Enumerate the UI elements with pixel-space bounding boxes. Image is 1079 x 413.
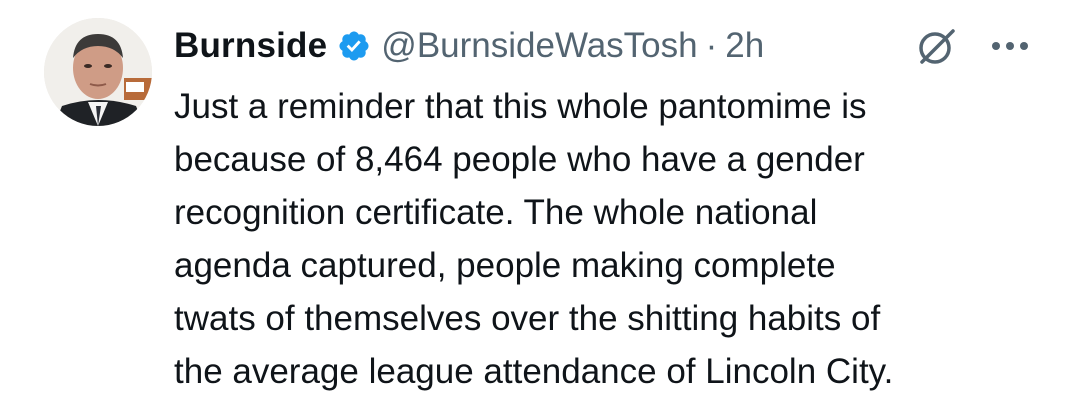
separator-dot: ·	[705, 26, 718, 65]
avatar-image	[44, 18, 152, 126]
tweet[interactable]: Burnside @BurnsideWasTosh · 2h Just a re…	[0, 0, 1079, 413]
tweet-text: Just a reminder that this whole pantomim…	[174, 80, 1054, 398]
user-handle[interactable]: @BurnsideWasTosh	[381, 26, 697, 66]
tweet-text-line: recognition certificate. The whole natio…	[174, 193, 818, 232]
display-name[interactable]: Burnside	[174, 26, 327, 66]
tweet-text-line: because of 8,464 people who have a gende…	[174, 140, 865, 179]
tweet-text-line: Just a reminder that this whole pantomim…	[174, 87, 867, 126]
tweet-text-line: agenda captured, people making complete	[174, 246, 836, 285]
tweet-text-line: twats of themselves over the shitting ha…	[174, 299, 881, 338]
grok-icon[interactable]	[913, 24, 959, 70]
avatar[interactable]	[44, 18, 152, 126]
more-icon[interactable]	[985, 26, 1035, 66]
tweet-text-line: the average league attendance of Lincoln…	[174, 352, 894, 391]
timestamp[interactable]: 2h	[725, 26, 764, 66]
tweet-header: Burnside @BurnsideWasTosh · 2h	[174, 22, 764, 70]
verified-badge-icon[interactable]	[337, 29, 371, 63]
